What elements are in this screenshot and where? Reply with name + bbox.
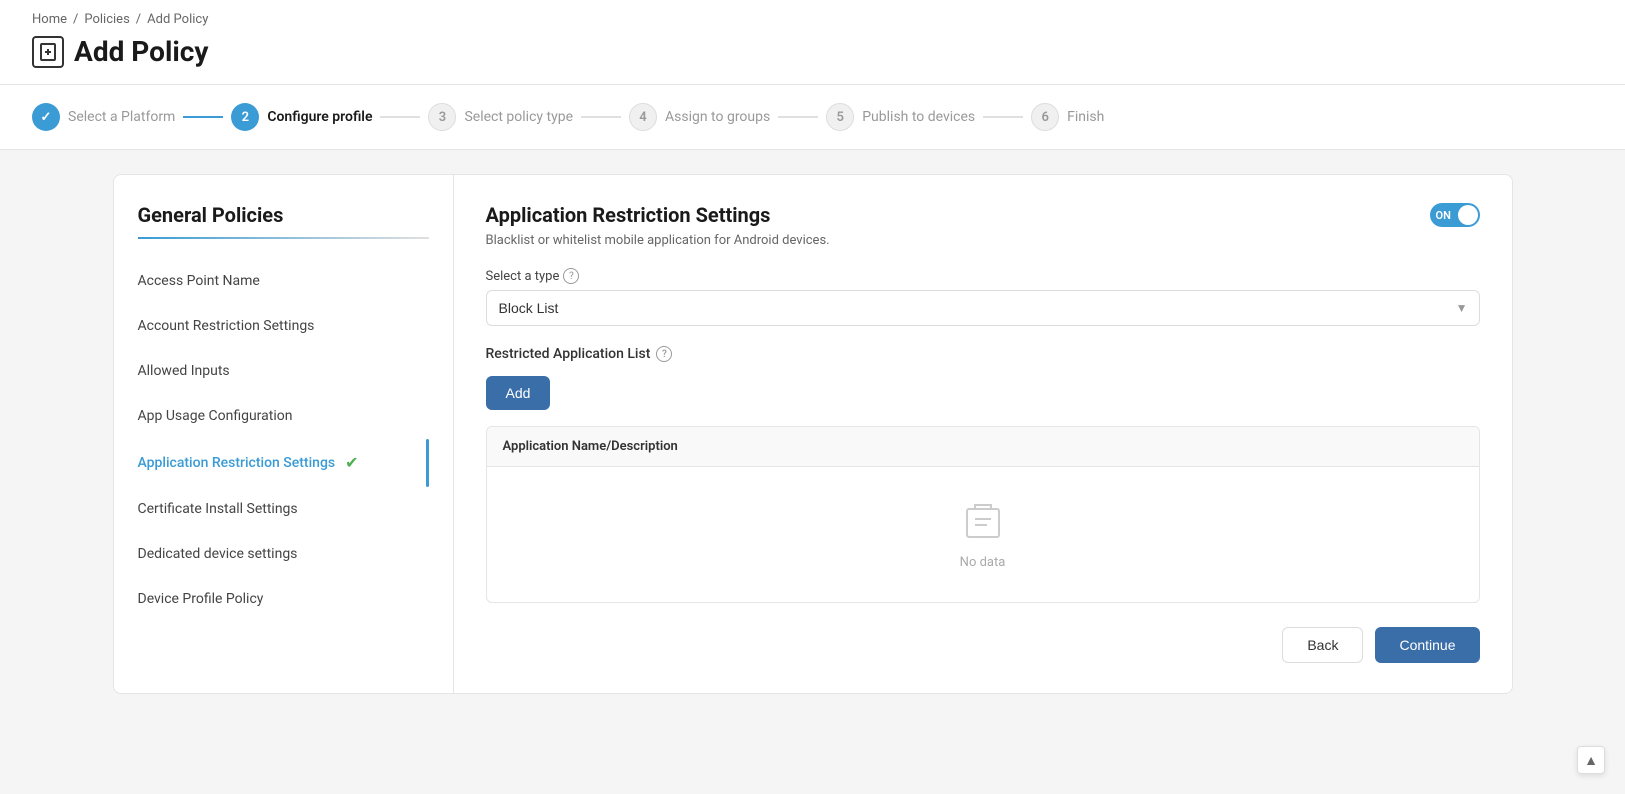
active-indicator [426, 439, 429, 487]
toggle-knob [1458, 205, 1478, 225]
step-4[interactable]: 4 Assign to groups [629, 103, 770, 131]
select-type-dropdown[interactable]: Block List Allow List [486, 290, 1480, 326]
step-4-label: Assign to groups [665, 109, 770, 125]
table-header: Application Name/Description [487, 427, 1479, 467]
step-3-label: Select policy type [464, 109, 573, 125]
step-5-circle: 5 [826, 103, 854, 131]
step-6-circle: 6 [1031, 103, 1059, 131]
step-5-label: Publish to devices [862, 109, 975, 125]
sidebar-item-dedicated-device[interactable]: Dedicated device settings [138, 532, 429, 577]
breadcrumb-home[interactable]: Home [32, 12, 67, 27]
toggle-on-label: ON [1436, 209, 1451, 222]
check-icon: ✔ [345, 453, 358, 472]
select-type-label: Select a type ? [486, 268, 1480, 284]
sidebar-item-wrapper-0: Access Point Name [138, 259, 429, 304]
step-1[interactable]: ✓ Select a Platform [32, 103, 175, 131]
continue-button[interactable]: Continue [1375, 627, 1479, 663]
page-title-container: Add Policy [32, 35, 1593, 68]
add-policy-icon [32, 36, 64, 68]
sidebar-item-wrapper-7: Device Profile Policy [138, 577, 429, 622]
sidebar-item-device-profile[interactable]: Device Profile Policy [138, 577, 429, 622]
main-panel: Application Restriction Settings ON Blac… [454, 175, 1512, 693]
sidebar-item-wrapper-3: App Usage Configuration [138, 394, 429, 439]
step-2-circle: 2 [231, 103, 259, 131]
stepper: ✓ Select a Platform 2 Configure profile … [0, 85, 1625, 150]
sidebar-item-access-point-name[interactable]: Access Point Name [138, 259, 429, 304]
no-data-text: No data [960, 555, 1006, 570]
main-content: General Policies Access Point Name Accou… [0, 150, 1625, 718]
table-body: No data [487, 467, 1479, 602]
application-table: Application Name/Description No data [486, 426, 1480, 603]
step-connector-5 [983, 116, 1023, 118]
panel-title: Application Restriction Settings [486, 203, 771, 227]
breadcrumb-policies[interactable]: Policies [84, 12, 129, 27]
select-type-wrapper: Block List Allow List ▼ [486, 290, 1480, 326]
step-2[interactable]: 2 Configure profile [231, 103, 372, 131]
step-connector-2 [380, 116, 420, 118]
footer-actions: Back Continue [486, 627, 1480, 663]
sidebar-item-allowed-inputs[interactable]: Allowed Inputs [138, 349, 429, 394]
restricted-list-help-icon[interactable]: ? [656, 346, 672, 362]
sidebar-title: General Policies [138, 203, 429, 227]
sidebar-item-wrapper-5: Certificate Install Settings [138, 487, 429, 532]
content-card: General Policies Access Point Name Accou… [113, 174, 1513, 694]
breadcrumb-sep2: / [136, 12, 141, 27]
back-button[interactable]: Back [1282, 627, 1363, 663]
select-type-help-icon[interactable]: ? [563, 268, 579, 284]
step-6-label: Finish [1067, 109, 1104, 125]
add-button[interactable]: Add [486, 376, 551, 410]
toggle-wrapper: ON [1430, 203, 1480, 227]
sidebar-item-wrapper-6: Dedicated device settings [138, 532, 429, 577]
enabled-toggle[interactable]: ON [1430, 203, 1480, 227]
step-connector-1 [183, 116, 223, 118]
scroll-to-top-button[interactable]: ▲ [1577, 746, 1605, 774]
breadcrumb: Home / Policies / Add Policy [32, 12, 1593, 27]
sidebar-item-wrapper-4: Application Restriction Settings ✔ [138, 439, 429, 487]
step-5[interactable]: 5 Publish to devices [826, 103, 975, 131]
sidebar-divider [138, 237, 429, 239]
sidebar-item-account-restriction[interactable]: Account Restriction Settings [138, 304, 429, 349]
sidebar-item-wrapper-2: Allowed Inputs [138, 349, 429, 394]
page-header: Home / Policies / Add Policy Add Policy [0, 0, 1625, 85]
restricted-app-list-label: Restricted Application List ? [486, 346, 1480, 362]
panel-subtitle: Blacklist or whitelist mobile applicatio… [486, 233, 1480, 248]
sidebar-item-wrapper-1: Account Restriction Settings [138, 304, 429, 349]
sidebar-item-app-usage[interactable]: App Usage Configuration [138, 394, 429, 439]
breadcrumb-sep1: / [73, 12, 78, 27]
step-3[interactable]: 3 Select policy type [428, 103, 573, 131]
page-title: Add Policy [74, 35, 208, 68]
sidebar-item-app-restriction[interactable]: Application Restriction Settings ✔ [138, 439, 429, 487]
step-6[interactable]: 6 Finish [1031, 103, 1104, 131]
breadcrumb-current: Add Policy [147, 12, 208, 27]
no-data-icon [959, 499, 1007, 547]
step-3-circle: 3 [428, 103, 456, 131]
step-connector-3 [581, 116, 621, 118]
step-4-circle: 4 [629, 103, 657, 131]
step-2-label: Configure profile [267, 109, 372, 125]
step-1-circle: ✓ [32, 103, 60, 131]
step-1-label: Select a Platform [68, 109, 175, 125]
sidebar: General Policies Access Point Name Accou… [114, 175, 454, 693]
sidebar-item-certificate[interactable]: Certificate Install Settings [138, 487, 429, 532]
step-connector-4 [778, 116, 818, 118]
panel-header: Application Restriction Settings ON [486, 203, 1480, 227]
